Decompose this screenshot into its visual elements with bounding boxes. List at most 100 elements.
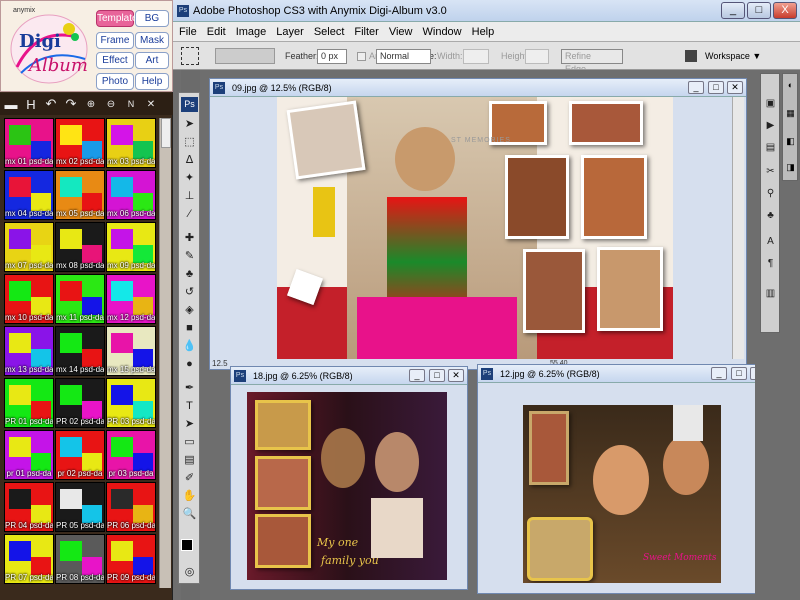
folder-icon[interactable]: ▬	[4, 97, 18, 112]
redo-icon[interactable]: ↷	[64, 96, 78, 112]
zoom-out-icon[interactable]: ⊖	[104, 99, 118, 110]
photo-button[interactable]: Photo	[96, 73, 134, 90]
eraser-tool-icon[interactable]: ◈	[181, 303, 198, 318]
doc-maximize-button[interactable]: □	[708, 81, 724, 94]
art-button[interactable]: Art	[135, 52, 169, 69]
width-input[interactable]	[463, 49, 489, 64]
template-thumbnail[interactable]: mx 11 psd-da	[55, 274, 105, 324]
eyedropper-icon[interactable]: ✐	[181, 471, 198, 486]
menu-window[interactable]: Window	[423, 26, 462, 38]
template-thumbnail[interactable]: mx 14 psd-da	[55, 326, 105, 376]
notes-tool-icon[interactable]: ▤	[181, 453, 198, 468]
magic-wand-icon[interactable]: ✦	[181, 171, 198, 186]
layers-icon[interactable]: ◧	[784, 136, 797, 147]
fit-icon[interactable]: N	[124, 99, 138, 109]
template-thumbnail[interactable]: mx 06 psd-da	[106, 170, 156, 220]
type-tool-icon[interactable]: T	[181, 399, 198, 414]
marquee-tool-icon[interactable]	[181, 47, 199, 65]
clone-stamp-icon[interactable]: ♣	[181, 267, 198, 282]
template-thumbnail[interactable]: PR 09 psd-da	[106, 534, 156, 584]
document-window-09[interactable]: 09.jpg @ 12.5% (RGB/8) Ps _ □ ✕ ST MEMOR…	[209, 78, 747, 370]
template-thumbnail[interactable]: mx 15 psd-da	[106, 326, 156, 376]
close-icon[interactable]: ✕	[144, 99, 158, 110]
doc-minimize-button[interactable]: _	[711, 367, 727, 380]
menu-file[interactable]: File	[179, 26, 197, 38]
history-icon[interactable]: ▤	[763, 140, 778, 155]
marquee-tool-icon[interactable]: ⬚	[181, 135, 198, 150]
template-thumbnail[interactable]: mx 10 psd-da	[4, 274, 54, 324]
move-tool-icon[interactable]: ➤	[181, 117, 198, 132]
bg-button[interactable]: BG	[135, 10, 169, 27]
blur-tool-icon[interactable]: 💧	[181, 339, 198, 354]
clone-source-icon[interactable]: ♣	[763, 208, 778, 223]
path-select-icon[interactable]: ➤	[181, 417, 198, 432]
save-icon[interactable]: H	[24, 97, 38, 112]
vertical-scrollbar-09[interactable]	[732, 97, 744, 359]
template-thumbnail[interactable]: mx 09 psd-da	[106, 222, 156, 272]
crop-tool-icon[interactable]: ⊥	[181, 189, 198, 204]
swatches-icon[interactable]: ▦	[784, 108, 797, 119]
thumbnail-scrollbar[interactable]	[159, 118, 171, 588]
doc-close-button[interactable]: ✕	[727, 81, 743, 94]
template-thumbnail[interactable]: mx 13 psd-da	[4, 326, 54, 376]
template-thumbnail[interactable]: PR 03 psd-da	[106, 378, 156, 428]
template-thumbnail[interactable]: PR 05 psd-da	[55, 482, 105, 532]
tool-presets-icon[interactable]: ✂	[763, 164, 778, 179]
frame-button[interactable]: Frame	[96, 32, 134, 49]
menu-edit[interactable]: Edit	[207, 26, 226, 38]
doc-minimize-button[interactable]: _	[688, 81, 704, 94]
template-thumbnail[interactable]: pr 01 psd-da	[4, 430, 54, 480]
doc-maximize-button[interactable]: □	[731, 367, 747, 380]
layer-comps-icon[interactable]: ▥	[763, 286, 778, 301]
zoom-tool-icon[interactable]: 🔍	[181, 507, 198, 522]
selection-mode-icons[interactable]	[215, 48, 275, 64]
workspace-menu[interactable]: Workspace ▼	[705, 51, 761, 61]
gradient-tool-icon[interactable]: ■	[181, 321, 198, 336]
style-select[interactable]: Normal	[376, 49, 431, 64]
quick-mask-icon[interactable]: ◎	[181, 565, 198, 580]
menu-view[interactable]: View	[389, 26, 413, 38]
template-thumbnail[interactable]: PR 01 psd-da	[4, 378, 54, 428]
channels-icon[interactable]: ◨	[784, 162, 797, 173]
history-brush-icon[interactable]: ↺	[181, 285, 198, 300]
paragraph-icon[interactable]: ¶	[763, 256, 778, 271]
undo-icon[interactable]: ↶	[44, 96, 58, 112]
color-panel-icon[interactable]: ◐	[784, 80, 797, 90]
template-thumbnail[interactable]: PR 04 psd-da	[4, 482, 54, 532]
antialias-checkbox[interactable]	[357, 52, 366, 61]
template-thumbnail[interactable]: mx 05 psd-da	[55, 170, 105, 220]
height-input[interactable]	[525, 49, 549, 64]
template-thumbnail[interactable]: mx 08 psd-da	[55, 222, 105, 272]
template-thumbnail[interactable]: mx 12 psd-da	[106, 274, 156, 324]
template-button[interactable]: Template	[96, 10, 138, 27]
template-thumbnail[interactable]: PR 07 psd-da	[4, 534, 54, 584]
brushes-icon[interactable]: ⚲	[763, 186, 778, 201]
actions-icon[interactable]: ▶	[763, 118, 778, 133]
zoom-in-icon[interactable]: ⊕	[84, 99, 98, 110]
lasso-tool-icon[interactable]: ᐃ	[181, 153, 198, 168]
character-icon[interactable]: A	[763, 234, 778, 249]
brush-tool-icon[interactable]: ✎	[181, 249, 198, 264]
shape-tool-icon[interactable]: ▭	[181, 435, 198, 450]
doc-minimize-button[interactable]: _	[409, 369, 425, 382]
template-thumbnail[interactable]: mx 03 psd-da	[106, 118, 156, 168]
healing-brush-icon[interactable]: ✚	[181, 231, 198, 246]
feather-input[interactable]: 0 px	[317, 49, 347, 64]
doc-close-button[interactable]: ✕	[448, 369, 464, 382]
dodge-tool-icon[interactable]: ●	[181, 357, 198, 372]
hand-tool-icon[interactable]: ✋	[181, 489, 198, 504]
slice-tool-icon[interactable]: ⁄	[181, 207, 198, 222]
effect-button[interactable]: Effect	[96, 52, 134, 69]
template-thumbnail[interactable]: pr 02 psd-da	[55, 430, 105, 480]
pen-tool-icon[interactable]: ✒	[181, 381, 198, 396]
zoom-status-09[interactable]: 12.5	[212, 359, 230, 369]
navigator-icon[interactable]: ▣	[763, 96, 778, 111]
maximize-button[interactable]: □	[747, 2, 771, 19]
mask-button[interactable]: Mask	[135, 32, 169, 49]
template-thumbnail[interactable]: mx 04 psd-da	[4, 170, 54, 220]
document-window-12[interactable]: 12.jpg @ 6.25% (RGB/8) Ps _ □ ✕ Sweet Mo…	[477, 364, 770, 594]
template-thumbnail[interactable]: mx 02 psd-da	[55, 118, 105, 168]
menu-help[interactable]: Help	[472, 26, 495, 38]
menu-image[interactable]: Image	[236, 26, 267, 38]
menu-select[interactable]: Select	[314, 26, 345, 38]
